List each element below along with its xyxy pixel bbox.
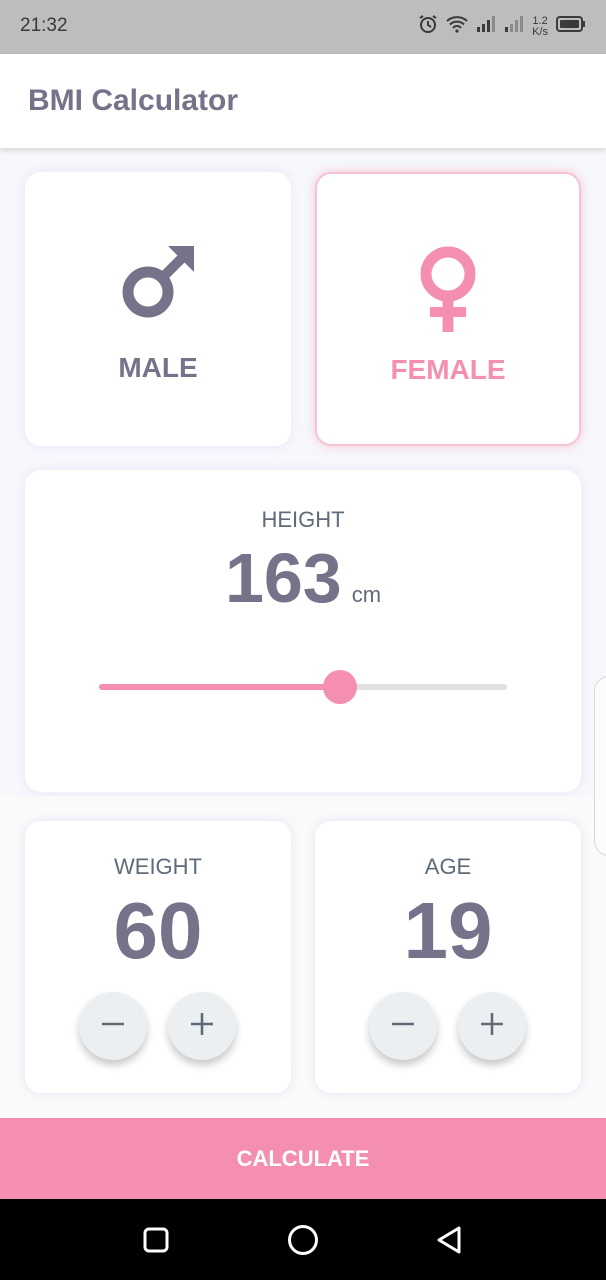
female-card[interactable]: FEMALE bbox=[315, 172, 581, 446]
plus-icon bbox=[189, 1011, 215, 1042]
height-label: HEIGHT bbox=[261, 507, 345, 532]
height-slider[interactable] bbox=[99, 670, 507, 704]
age-decrement-button[interactable] bbox=[369, 992, 437, 1060]
app-title: BMI Calculator bbox=[28, 84, 239, 117]
network-speed: 1.2 K/s bbox=[532, 15, 548, 38]
weight-value: 60 bbox=[113, 886, 203, 975]
female-label: FEMALE bbox=[390, 354, 506, 385]
male-label: MALE bbox=[118, 352, 198, 383]
navigation-bar bbox=[0, 1199, 606, 1280]
signal-icon bbox=[476, 15, 496, 38]
minus-icon bbox=[100, 1011, 126, 1042]
wifi-icon bbox=[446, 15, 468, 38]
plus-icon bbox=[479, 1011, 505, 1042]
side-panel-handle[interactable] bbox=[594, 676, 606, 856]
home-icon[interactable] bbox=[286, 1223, 320, 1257]
female-symbol-icon bbox=[416, 244, 480, 341]
age-increment-button[interactable] bbox=[458, 992, 526, 1060]
weight-label: WEIGHT bbox=[114, 854, 202, 879]
male-symbol-icon bbox=[118, 242, 198, 327]
minus-icon bbox=[390, 1011, 416, 1042]
status-icons: 1.2 K/s bbox=[418, 14, 586, 39]
weight-decrement-button[interactable] bbox=[79, 992, 147, 1060]
height-unit: cm bbox=[351, 582, 382, 607]
calculate-button[interactable]: CALCULATE bbox=[0, 1118, 606, 1199]
slider-thumb[interactable] bbox=[323, 670, 357, 704]
age-value: 19 bbox=[403, 886, 493, 975]
weight-increment-button[interactable] bbox=[168, 992, 236, 1060]
back-icon[interactable] bbox=[432, 1223, 466, 1257]
weight-card: WEIGHT 60 bbox=[25, 821, 291, 1093]
height-value-row: 163 cm bbox=[25, 538, 581, 618]
battery-icon bbox=[556, 16, 586, 37]
height-card: HEIGHT 163 cm bbox=[25, 470, 581, 792]
calculate-label: CALCULATE bbox=[236, 1145, 370, 1171]
age-card: AGE 19 bbox=[315, 821, 581, 1093]
speed-unit: K/s bbox=[532, 25, 548, 38]
signal-icon bbox=[504, 15, 524, 38]
status-bar: 21:32 1.2 K/s bbox=[0, 0, 606, 54]
recent-apps-icon[interactable] bbox=[139, 1223, 173, 1257]
male-card[interactable]: MALE bbox=[25, 172, 291, 446]
height-value: 163 bbox=[224, 539, 342, 617]
slider-fill bbox=[99, 684, 340, 690]
age-label: AGE bbox=[424, 854, 472, 879]
app-bar: BMI Calculator bbox=[0, 54, 606, 148]
alarm-icon bbox=[418, 14, 438, 39]
status-time: 21:32 bbox=[20, 15, 68, 36]
